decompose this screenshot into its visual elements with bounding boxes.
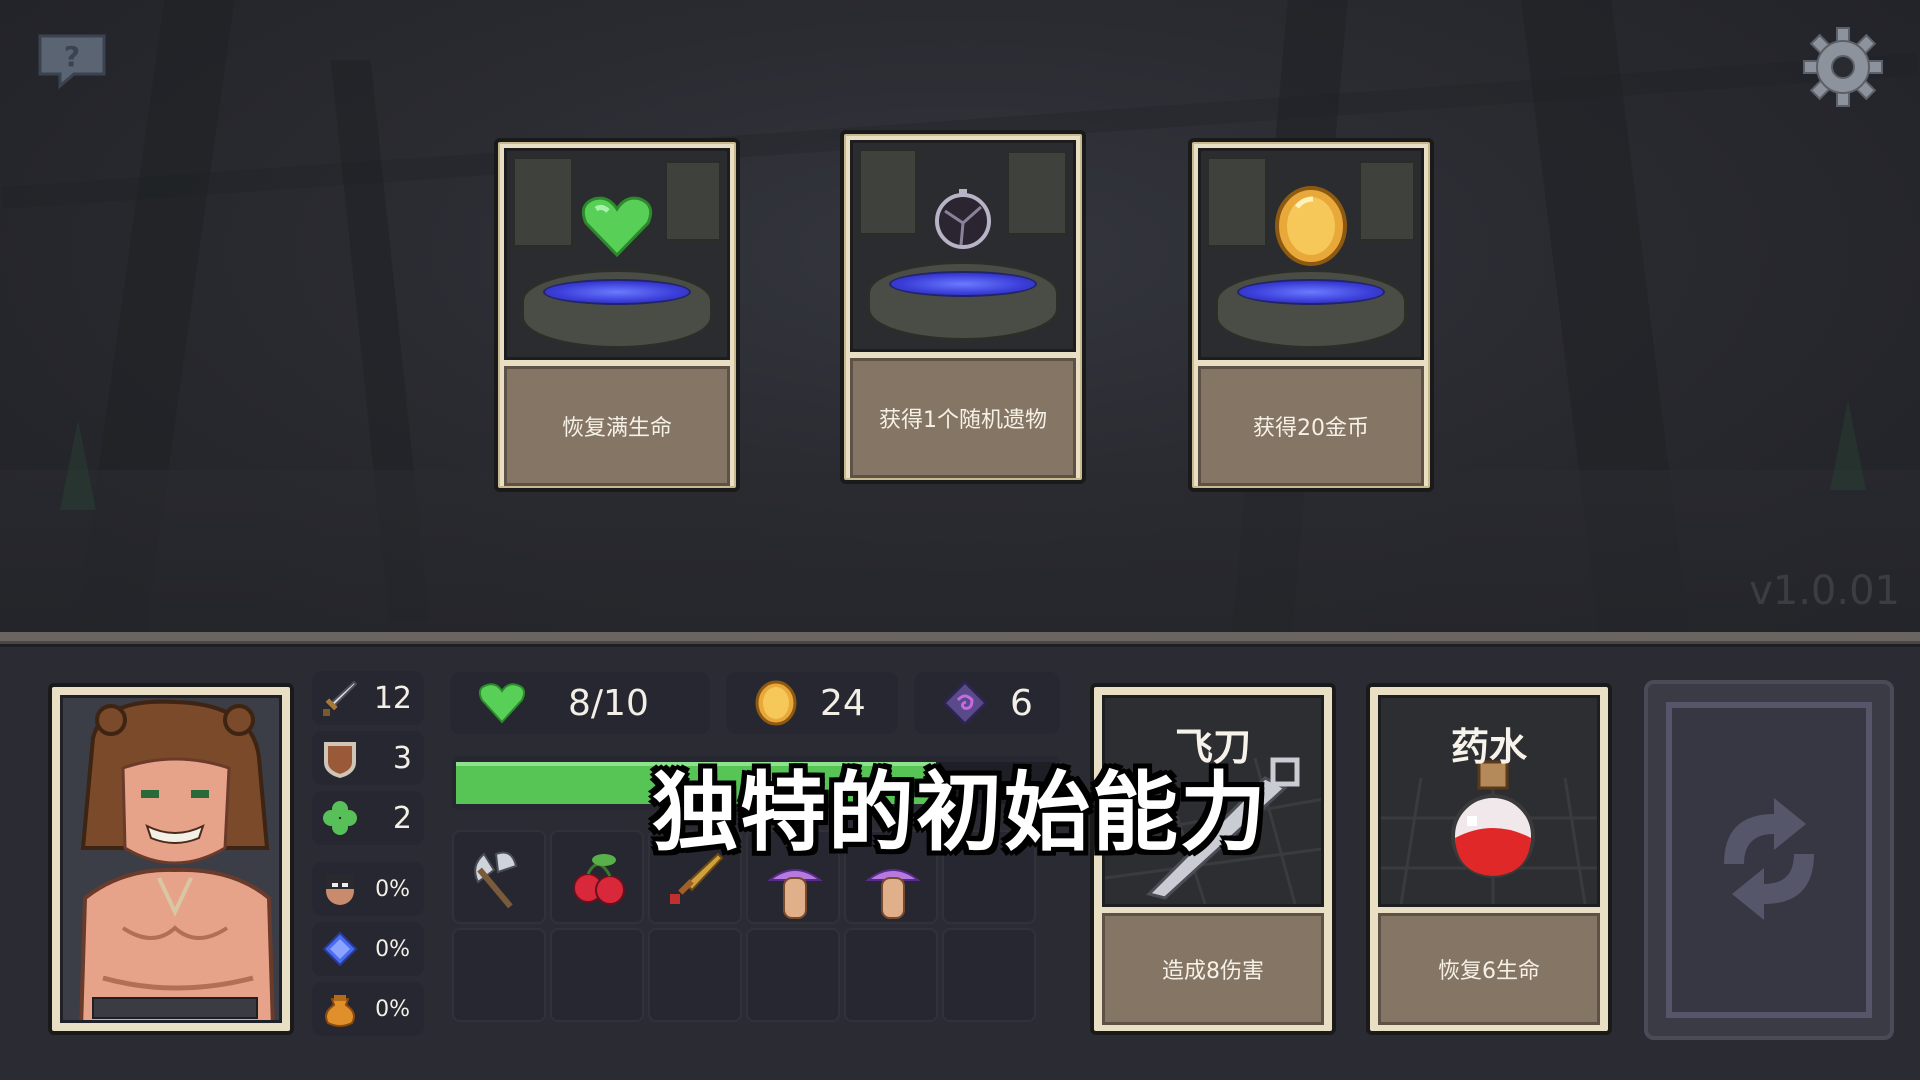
ground-mist: [0, 470, 1920, 632]
green-heart-icon: [478, 683, 526, 724]
battle-axe-icon: [466, 844, 536, 918]
card-desc: 造成8伤害: [1102, 913, 1324, 1025]
svg-text:?: ?: [64, 40, 80, 73]
dark-relic-orb-icon: [931, 187, 995, 257]
inventory-slot[interactable]: [550, 928, 644, 1022]
inventory-slot[interactable]: [844, 928, 938, 1022]
rock: [859, 149, 917, 235]
event-desc: 获得20金币: [1198, 366, 1424, 486]
event-card-gold[interactable]: 获得20金币: [1188, 138, 1434, 492]
fern-silhouette: [1830, 400, 1866, 490]
steal-chance-value: 0%: [375, 876, 410, 902]
bear-hood-barbarian-portrait: [60, 695, 282, 1023]
gold-chance-value: 0%: [375, 996, 410, 1022]
inventory-slot[interactable]: [648, 928, 742, 1022]
red-potion-art: 药水: [1378, 695, 1600, 907]
rock: [665, 161, 721, 241]
shield-icon: [324, 742, 356, 778]
gold-coin-icon: [755, 680, 797, 726]
well-water: [543, 279, 691, 305]
inventory-slot[interactable]: [746, 928, 840, 1022]
purple-mushroom-icon: [760, 860, 830, 934]
rock: [1359, 161, 1415, 241]
video-subtitle: 独特的初始能力: [652, 763, 1268, 863]
card-art: [850, 140, 1076, 352]
inventory-slot[interactable]: [452, 928, 546, 1022]
gear-icon: [1803, 27, 1883, 107]
sword-icon: [323, 680, 358, 716]
fern-silhouette: [60, 420, 96, 510]
blue-crystal-icon: [322, 931, 358, 967]
thief-head-icon: [326, 875, 354, 905]
event-card-relic[interactable]: 获得1个随机遗物: [840, 130, 1086, 484]
help-button[interactable]: ?: [30, 28, 114, 90]
deck-cycle-button[interactable]: [1644, 680, 1894, 1040]
rock: [1007, 151, 1067, 235]
rock: [1207, 157, 1267, 247]
attack-value: 12: [373, 680, 412, 716]
defense-stat: 3: [312, 731, 424, 785]
event-desc: 获得1个随机遗物: [850, 358, 1076, 478]
inventory-slot[interactable]: [452, 830, 546, 924]
well-water: [889, 271, 1037, 297]
card-desc: 恢复6生命: [1378, 913, 1600, 1025]
hp-value: 8/10: [568, 682, 649, 724]
help-chat-icon: ?: [38, 34, 106, 90]
inventory-slot[interactable]: [942, 928, 1036, 1022]
gem-display: 6: [914, 672, 1060, 734]
panel-divider: [0, 632, 1920, 644]
defense-value: 3: [392, 740, 412, 776]
green-heart-icon: [580, 195, 654, 263]
crystal-chance-stat: 0%: [312, 922, 424, 976]
well-water: [1237, 279, 1385, 305]
action-card-potion[interactable]: 药水 恢复6生命: [1366, 683, 1612, 1035]
hp-display: 8/10: [450, 672, 710, 734]
gold-coin-icon: [1273, 185, 1349, 271]
steal-chance-stat: 0%: [312, 862, 424, 916]
event-card-heal[interactable]: 恢复满生命: [494, 138, 740, 492]
rock: [513, 157, 573, 247]
gold-pouch-icon: [325, 995, 355, 1027]
card-title: 药水: [1450, 725, 1527, 769]
purple-mushroom-icon: [858, 860, 928, 934]
crystal-chance-value: 0%: [375, 936, 410, 962]
gem-value: 6: [1010, 682, 1033, 724]
gold-chance-stat: 0%: [312, 982, 424, 1036]
version-label: v1.0.01: [1749, 568, 1900, 614]
gold-display: 24: [726, 672, 898, 734]
luck-stat: 2: [312, 791, 424, 845]
card-art: [504, 148, 730, 360]
luck-value: 2: [392, 800, 412, 836]
hero-portrait-card[interactable]: [48, 683, 294, 1035]
gold-value: 24: [820, 682, 866, 724]
purple-rune-icon: [942, 680, 988, 726]
event-desc: 恢复满生命: [504, 366, 730, 486]
card-art: [1198, 148, 1424, 360]
cycle-arrows-icon: [1724, 798, 1814, 920]
settings-button[interactable]: [1800, 24, 1886, 110]
attack-stat: 12: [312, 671, 424, 725]
clover-icon: [323, 801, 357, 835]
